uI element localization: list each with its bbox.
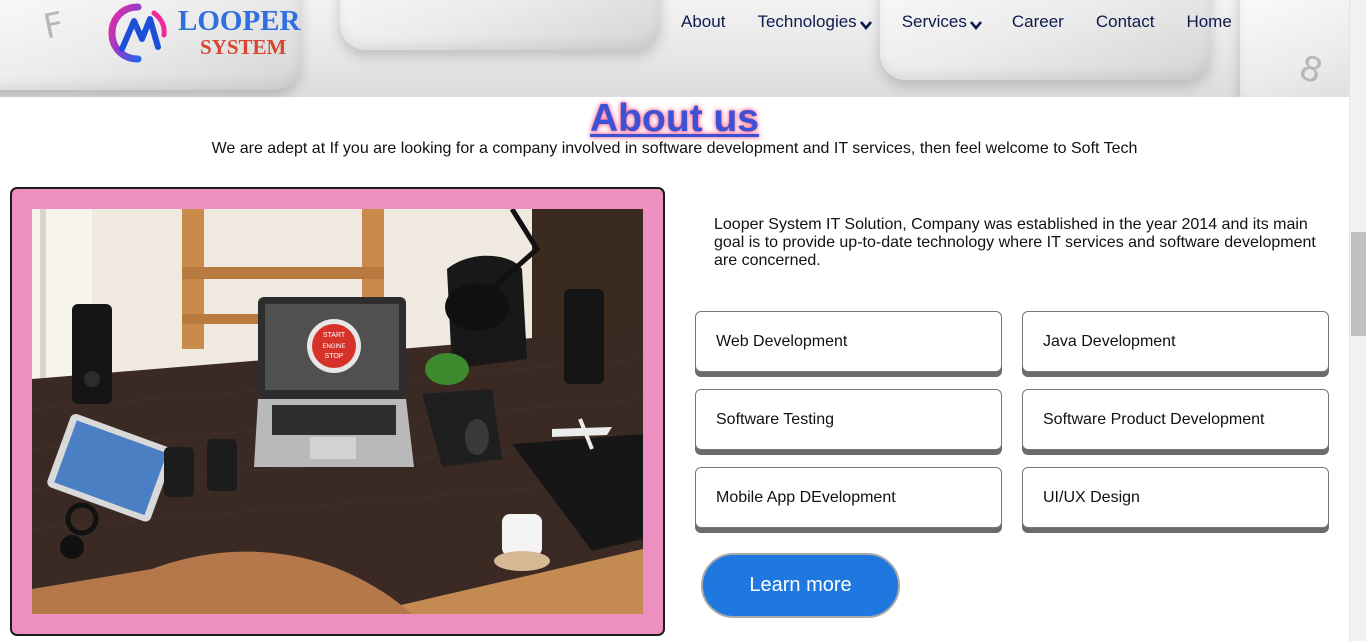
nav-item-label: Technologies bbox=[757, 12, 857, 31]
laptop-screen-text: STOP bbox=[325, 353, 344, 360]
service-card-java-development[interactable]: Java Development bbox=[1022, 311, 1329, 372]
nav-item-label: Home bbox=[1186, 12, 1232, 31]
main-nav: About Technologies Services Career Conta… bbox=[681, 11, 1232, 33]
nav-item-label: About bbox=[681, 12, 726, 31]
laptop-screen-text: ENGINE bbox=[322, 344, 345, 350]
chevron-down-icon bbox=[859, 20, 872, 30]
about-intro: Looper System IT Solution, Company was e… bbox=[714, 216, 1316, 269]
keyboard-key-background bbox=[340, 0, 660, 50]
about-title: About us bbox=[0, 96, 1349, 142]
service-card-mobile-app-development[interactable]: Mobile App DEvelopment bbox=[695, 467, 1002, 528]
service-card-label: Software Product Development bbox=[1043, 410, 1265, 428]
service-card-label: Software Testing bbox=[716, 410, 834, 428]
logo-word-line1: LOOPER bbox=[178, 5, 301, 37]
service-card-label: Web Development bbox=[716, 332, 848, 350]
logo-wordmark: LOOPER SYSTEM bbox=[178, 7, 300, 58]
chevron-down-icon bbox=[969, 20, 982, 30]
service-card-ui-ux-design[interactable]: UI/UX Design bbox=[1022, 467, 1329, 528]
page-scrollbar[interactable] bbox=[1349, 0, 1366, 641]
about-title-text: About us bbox=[590, 97, 759, 140]
service-card-software-product-development[interactable]: Software Product Development bbox=[1022, 389, 1329, 450]
workspace-photo: START ENGINE STOP bbox=[32, 209, 643, 614]
service-card-software-testing[interactable]: Software Testing bbox=[695, 389, 1002, 450]
logo-word-line2: SYSTEM bbox=[200, 35, 287, 59]
nav-item-technologies[interactable]: Technologies bbox=[757, 12, 872, 32]
nav-item-home[interactable]: Home bbox=[1186, 12, 1231, 32]
laptop-screen-text: START bbox=[323, 332, 346, 339]
nav-item-about[interactable]: About bbox=[681, 12, 725, 32]
service-card-label: Mobile App DEvelopment bbox=[716, 488, 896, 506]
service-card-label: UI/UX Design bbox=[1043, 488, 1140, 506]
learn-more-button[interactable]: Learn more bbox=[701, 553, 900, 618]
service-card-label: Java Development bbox=[1043, 332, 1176, 350]
nav-item-career[interactable]: Career bbox=[1012, 12, 1064, 32]
nav-item-contact[interactable]: Contact bbox=[1096, 12, 1155, 32]
nav-item-label: Contact bbox=[1095, 12, 1155, 31]
nav-item-services[interactable]: Services bbox=[902, 12, 982, 32]
logo-mark-icon bbox=[108, 3, 167, 63]
workspace-illustration: START ENGINE STOP bbox=[32, 209, 643, 614]
brand-logo[interactable]: LOOPER SYSTEM bbox=[108, 3, 300, 63]
about-subtitle: We are adept at If you are looking for a… bbox=[211, 140, 1138, 157]
nav-item-label: Services bbox=[901, 12, 967, 31]
scrollbar-thumb[interactable] bbox=[1351, 232, 1366, 336]
service-card-web-development[interactable]: Web Development bbox=[695, 311, 1002, 372]
nav-item-label: Career bbox=[1011, 12, 1064, 31]
site-header: F 8 LOOPER SYSTEM About Technologies Ser… bbox=[0, 0, 1349, 97]
photo-frame: START ENGINE STOP bbox=[10, 187, 665, 636]
